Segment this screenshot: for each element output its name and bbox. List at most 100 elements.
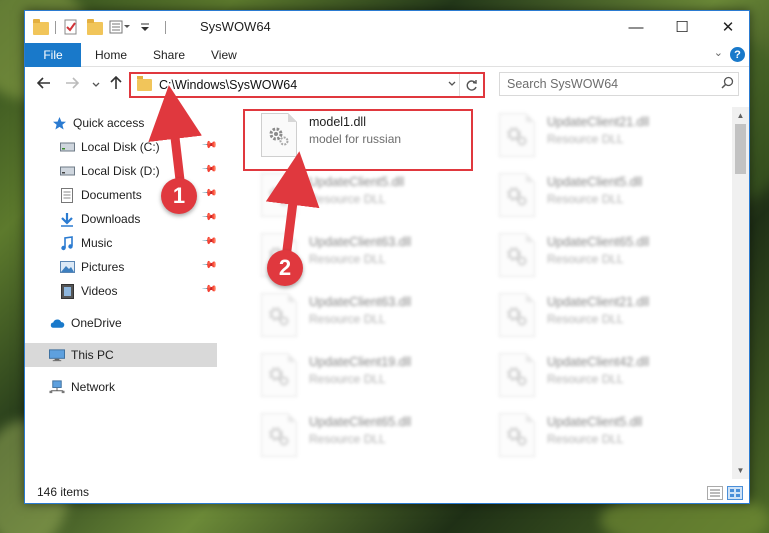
pin-icon[interactable]: 📌: [200, 137, 217, 154]
file-item[interactable]: UpdateClient5.dll Resource DLL: [483, 171, 707, 229]
title-bar: SysWOW64 — ☐ ✕: [25, 11, 749, 43]
sidebar-item-network[interactable]: Network: [25, 375, 217, 399]
file-description: Resource DLL: [309, 432, 386, 446]
file-name: UpdateClient5.dll: [547, 175, 643, 189]
folder-icon: [137, 76, 152, 91]
document-icon: [59, 187, 75, 203]
pin-icon[interactable]: 📌: [200, 257, 217, 274]
sidebar-item-label: Network: [71, 380, 116, 394]
file-description: Resource DLL: [547, 372, 624, 386]
file-description: Resource DLL: [547, 132, 624, 146]
file-item-model1[interactable]: model1.dll model for russian: [243, 109, 473, 171]
dll-file-icon: [499, 293, 535, 337]
back-button[interactable]: [36, 76, 51, 94]
tab-home[interactable]: Home: [95, 48, 127, 62]
file-name: UpdateClient19.dll: [309, 355, 412, 369]
sidebar-item-local-disk-c[interactable]: Local Disk (C:) 📌: [25, 135, 217, 159]
sidebar-item-onedrive[interactable]: OneDrive: [25, 311, 217, 335]
help-button[interactable]: ?: [730, 47, 745, 62]
sidebar-item-label: This PC: [71, 348, 114, 362]
folder-icon[interactable]: [33, 19, 49, 35]
sidebar-item-local-disk-d[interactable]: Local Disk (D:) 📌: [25, 159, 217, 183]
up-button[interactable]: [109, 75, 123, 94]
file-item[interactable]: UpdateClient21.dll Resource DLL: [483, 111, 707, 169]
file-item[interactable]: UpdateClient5.dll Resource DLL: [483, 411, 707, 469]
scroll-up-icon[interactable]: ▲: [732, 107, 749, 124]
search-input[interactable]: [507, 77, 716, 91]
file-item[interactable]: UpdateClient65.dll Resource DLL: [245, 411, 469, 469]
tab-file[interactable]: File: [25, 43, 81, 67]
customize-icon[interactable]: [109, 19, 130, 35]
maximize-button[interactable]: ☐: [659, 11, 705, 43]
file-description: Resource DLL: [547, 192, 624, 206]
dll-file-icon: [261, 173, 297, 217]
file-item[interactable]: UpdateClient5.dll Resource DLL: [245, 171, 469, 229]
details-view-icon[interactable]: [707, 486, 723, 500]
computer-icon: [49, 347, 65, 363]
sidebar-item-quick-access[interactable]: Quick access: [25, 111, 217, 135]
status-bar: 146 items: [25, 481, 749, 503]
drive-icon: [59, 163, 75, 179]
properties-icon[interactable]: [63, 19, 79, 35]
scrollbar-thumb[interactable]: [735, 124, 746, 174]
pin-icon[interactable]: 📌: [200, 233, 217, 250]
sidebar-item-label: Videos: [81, 284, 118, 298]
quick-access-dropdown-icon[interactable]: [137, 19, 153, 35]
file-item[interactable]: UpdateClient19.dll Resource DLL: [245, 351, 469, 409]
music-icon: [59, 235, 75, 251]
refresh-icon[interactable]: [459, 74, 483, 96]
vertical-scrollbar[interactable]: ▲ ▼: [732, 107, 749, 479]
search-box[interactable]: [499, 72, 739, 96]
explorer-window: SysWOW64 — ☐ ✕ File Home Share View ⌄ ? …: [24, 10, 750, 504]
picture-icon: [59, 259, 75, 275]
item-count: 146 items: [37, 485, 90, 499]
close-button[interactable]: ✕: [705, 11, 749, 43]
drive-icon: [59, 139, 75, 155]
file-item[interactable]: UpdateClient21.dll Resource DLL: [483, 291, 707, 349]
forward-button[interactable]: [65, 76, 80, 94]
video-icon: [59, 283, 75, 299]
tab-view[interactable]: View: [211, 48, 237, 62]
recent-locations-icon[interactable]: [91, 78, 101, 94]
pin-icon[interactable]: 📌: [200, 209, 217, 226]
title-separator: [55, 21, 56, 34]
file-item[interactable]: UpdateClient65.dll Resource DLL: [483, 231, 707, 289]
sidebar-item-label: Music: [81, 236, 113, 250]
file-description: model for russian: [309, 132, 402, 146]
scroll-down-icon[interactable]: ▼: [732, 462, 749, 479]
tiles-view-icon[interactable]: [727, 486, 743, 500]
sidebar-item-pictures[interactable]: Pictures 📌: [25, 255, 217, 279]
sidebar-item-label: Local Disk (C:): [81, 140, 160, 154]
file-description: Resource DLL: [309, 192, 386, 206]
sidebar-item-music[interactable]: Music 📌: [25, 231, 217, 255]
new-folder-icon[interactable]: [87, 19, 103, 35]
file-item[interactable]: UpdateClient42.dll Resource DLL: [483, 351, 707, 409]
file-name: UpdateClient65.dll: [309, 415, 412, 429]
download-icon: [59, 211, 75, 227]
tab-share[interactable]: Share: [153, 48, 185, 62]
expand-ribbon-icon[interactable]: ⌄: [714, 46, 723, 59]
ribbon-tabs: File Home Share View ⌄ ?: [25, 43, 749, 67]
address-dropdown-icon[interactable]: [445, 79, 459, 92]
file-name: model1.dll: [309, 115, 366, 129]
file-description: Resource DLL: [547, 252, 624, 266]
file-description: Resource DLL: [309, 312, 386, 326]
address-bar[interactable]: C:\Windows\SysWOW64: [129, 72, 485, 98]
star-icon: [51, 115, 67, 131]
search-icon[interactable]: [716, 76, 738, 92]
file-name: UpdateClient5.dll: [547, 415, 643, 429]
sidebar-item-label: Downloads: [81, 212, 141, 226]
step-2-badge: 2: [267, 250, 303, 286]
file-name: UpdateClient63.dll: [309, 295, 412, 309]
pin-icon[interactable]: 📌: [200, 281, 217, 298]
navigation-bar: C:\Windows\SysWOW64: [25, 67, 749, 103]
sidebar-item-this-pc[interactable]: This PC: [25, 343, 217, 367]
file-item[interactable]: UpdateClient63.dll Resource DLL: [245, 291, 469, 349]
minimize-button[interactable]: —: [613, 11, 659, 43]
address-path[interactable]: C:\Windows\SysWOW64: [159, 78, 445, 92]
pin-icon[interactable]: 📌: [200, 185, 217, 202]
cloud-icon: [49, 315, 65, 331]
dll-file-icon: [261, 113, 297, 157]
pin-icon[interactable]: 📌: [200, 161, 217, 178]
sidebar-item-videos[interactable]: Videos 📌: [25, 279, 217, 303]
